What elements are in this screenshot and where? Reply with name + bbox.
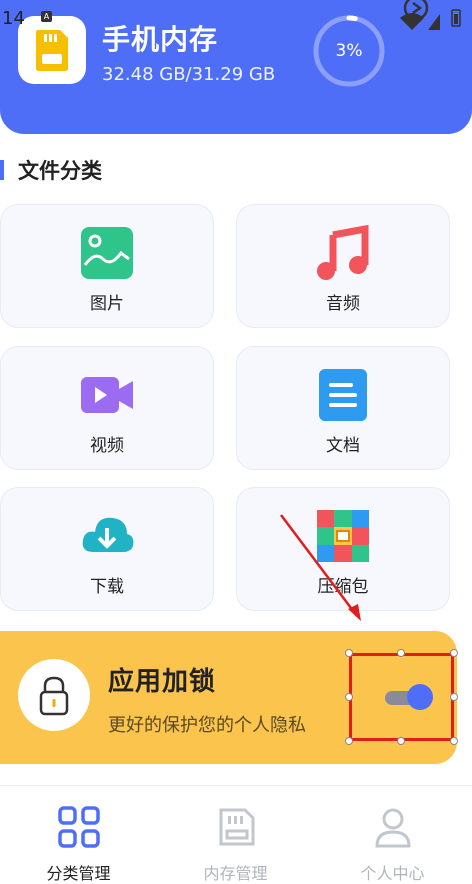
notification-icon: A (41, 11, 52, 22)
lock-icon-circle (18, 659, 90, 731)
status-icons (400, 0, 461, 30)
nav-item-profile[interactable]: 个人中心 (314, 786, 471, 884)
status-bar: 14 A (0, 0, 472, 30)
selection-handle (450, 737, 458, 745)
status-time: 14 (2, 8, 25, 29)
selection-handle (397, 737, 405, 745)
app-lock-title: 应用加锁 (108, 667, 217, 697)
selection-handle (345, 649, 353, 657)
nav-label: 分类管理 (46, 864, 111, 883)
nav-label: 内存管理 (203, 864, 268, 883)
selection-handle (397, 649, 405, 657)
person-icon (374, 808, 411, 848)
memory-icon (219, 808, 254, 846)
wifi-icon (400, 13, 424, 30)
annotation-selection-box (349, 653, 454, 741)
selection-handle (345, 737, 353, 745)
nav-item-memory[interactable]: 内存管理 (157, 786, 314, 884)
lock-icon (39, 676, 69, 716)
signal-icon (428, 14, 440, 30)
app-lock-description: 更好的保护您的个人隐私 (108, 715, 306, 736)
bottom-nav: 分类管理 内存管理 个人中心 (0, 785, 472, 884)
nav-item-category[interactable]: 分类管理 (0, 786, 157, 884)
nav-label: 个人中心 (360, 864, 425, 883)
selection-handle (345, 693, 353, 701)
selection-handle (450, 649, 458, 657)
category-grid-icon (57, 806, 100, 848)
selection-handle (450, 693, 458, 701)
